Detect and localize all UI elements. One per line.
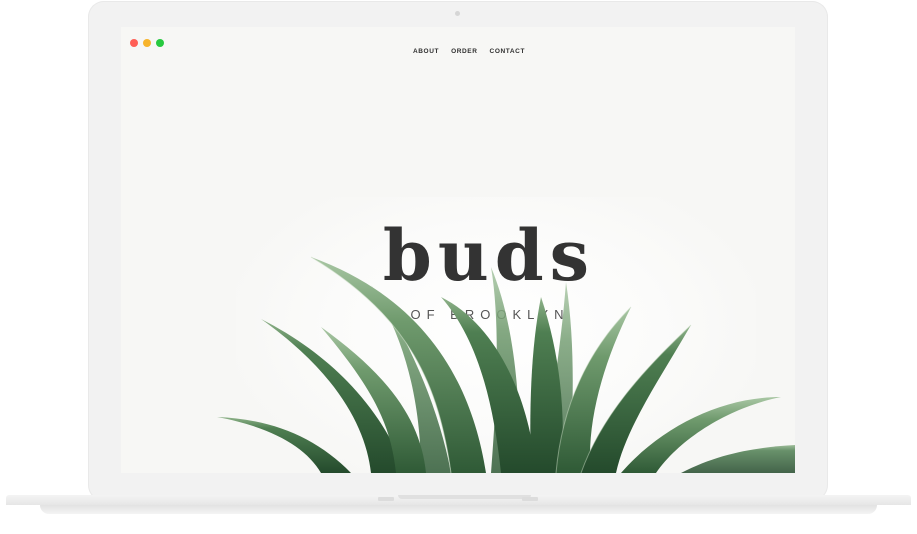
plant-illustration-icon bbox=[217, 256, 795, 473]
webcam-icon bbox=[455, 11, 460, 16]
laptop-base-top bbox=[6, 495, 911, 505]
laptop-base-bottom bbox=[40, 505, 877, 514]
website-screen: ABOUT ORDER CONTACT buds OF BROOKLYN bbox=[121, 27, 795, 473]
hinge-left bbox=[378, 497, 394, 501]
hinge-right bbox=[522, 497, 538, 501]
laptop-base bbox=[0, 495, 917, 519]
laptop-frame: ABOUT ORDER CONTACT buds OF BROOKLYN bbox=[88, 1, 828, 501]
opening-notch bbox=[398, 495, 531, 499]
